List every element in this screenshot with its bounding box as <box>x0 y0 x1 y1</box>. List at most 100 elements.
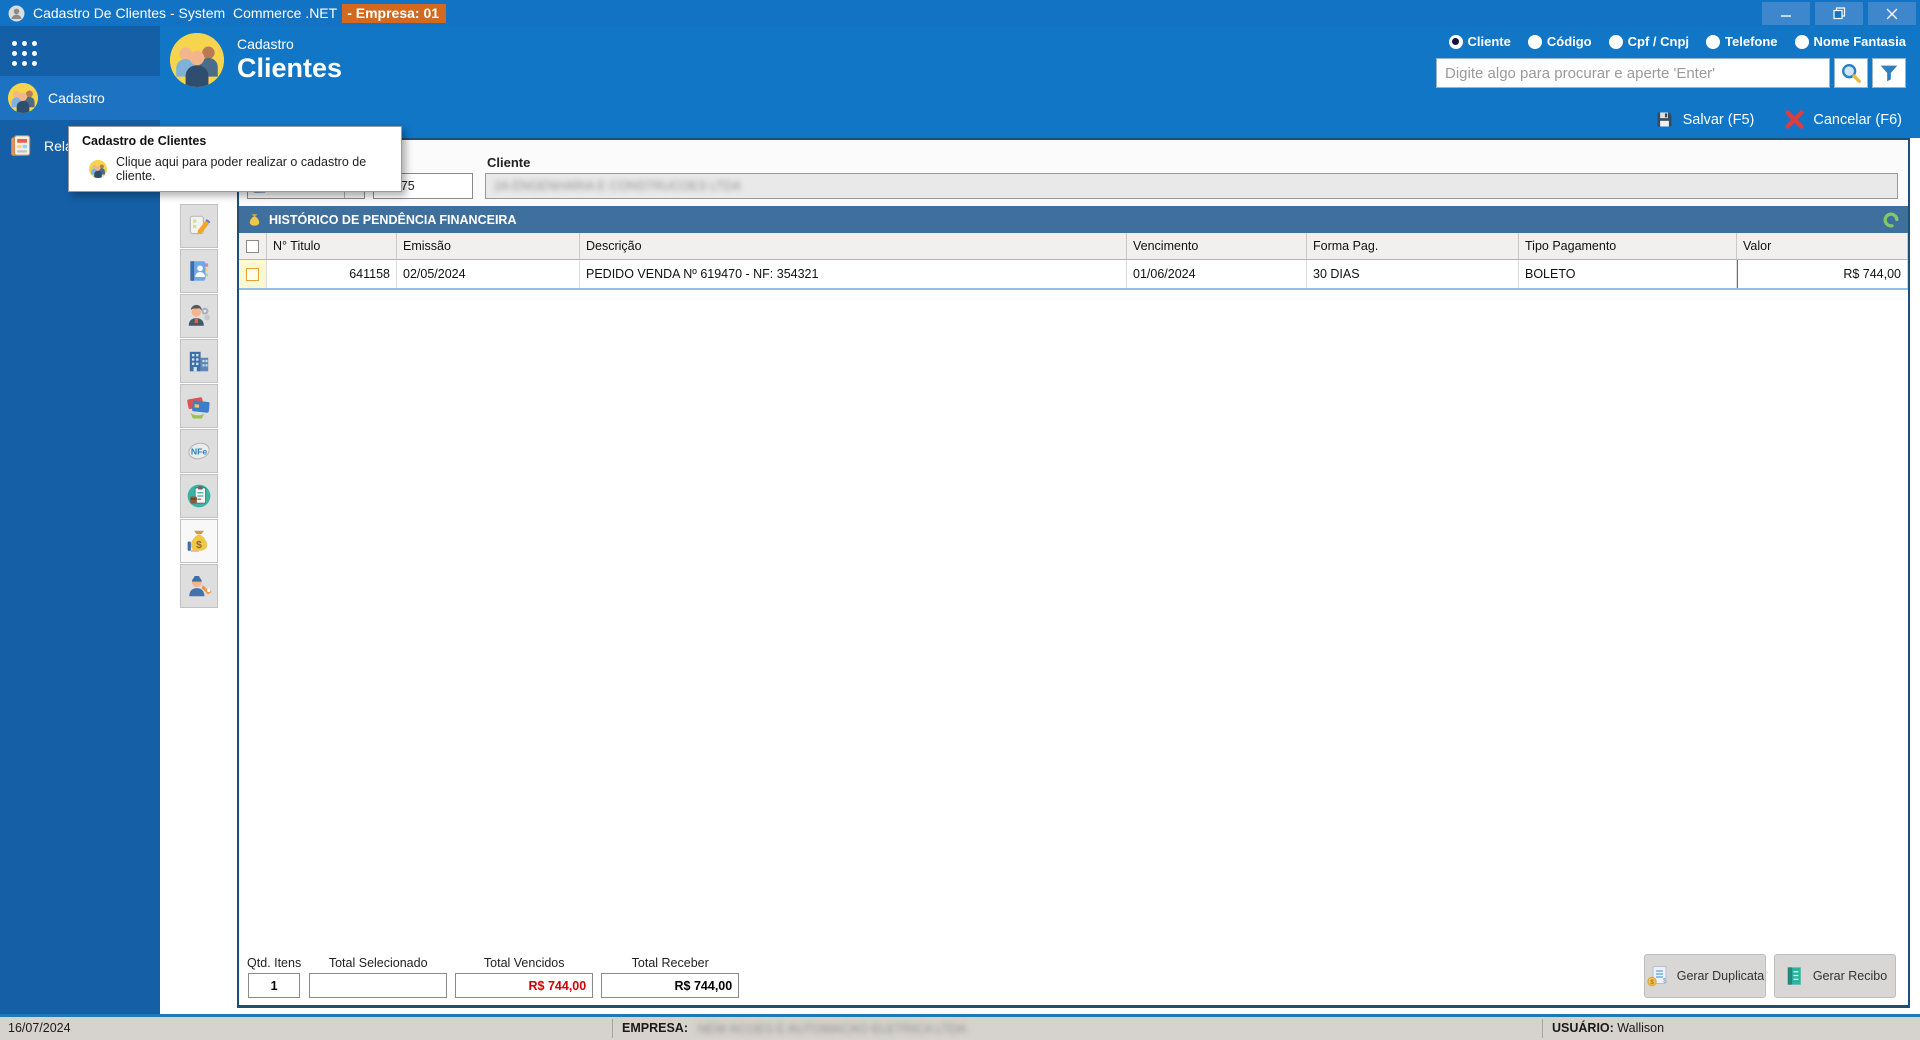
cell-valor: R$ 744,00 <box>1737 260 1908 288</box>
search-mode-group: Cliente Código Cpf / Cnpj Telefone Nome … <box>1436 34 1906 49</box>
filter-icon <box>1880 65 1898 82</box>
company-badge: - Empresa: 01 <box>342 3 447 23</box>
total-selecionado-value <box>309 973 448 998</box>
radio-nome-fantasia[interactable]: Nome Fantasia <box>1794 34 1906 49</box>
search-input[interactable] <box>1436 58 1830 88</box>
client-name-field[interactable]: 2A ENGENHARIA E CONSTRUCOES LTDA <box>485 173 1898 199</box>
refresh-icon[interactable] <box>1882 211 1900 229</box>
tooltip-text: Clique aqui para poder realizar o cadast… <box>116 155 367 183</box>
payment-cards-icon <box>186 397 210 419</box>
reports-icon <box>8 133 34 159</box>
section-title: HISTÓRICO DE PENDÊNCIA FINANCEIRA <box>269 212 517 227</box>
total-receber-value: R$ 744,00 <box>601 973 740 998</box>
cell-descricao: PEDIDO VENDA Nº 619470 - NF: 354321 <box>580 260 1127 288</box>
col-titulo[interactable]: N° Titulo <box>267 233 397 259</box>
tooltip-cadastro-clientes: Cadastro de Clientes Clique aqui para po… <box>68 126 402 192</box>
statusbar: 16/07/2024 EMPRESA: NEW ACOES E AUTOMACA… <box>0 1014 1920 1040</box>
tab-financial[interactable]: $ <box>179 519 218 563</box>
radio-cpf-cnpj[interactable]: Cpf / Cnpj <box>1608 34 1689 49</box>
save-floppy-icon <box>1657 112 1672 127</box>
col-descricao[interactable]: Descrição <box>580 233 1127 259</box>
tooltip-title: Cadastro de Clientes <box>82 134 207 148</box>
table-empty-area <box>239 290 1908 949</box>
total-vencidos-label: Total Vencidos <box>483 956 565 970</box>
tab-company[interactable] <box>179 339 218 383</box>
financial-icon: $ <box>187 530 207 552</box>
col-forma-pag[interactable]: Forma Pag. <box>1307 233 1519 259</box>
filter-button[interactable] <box>1872 58 1906 88</box>
total-selecionado-label: Total Selecionado <box>328 956 428 970</box>
col-emissao[interactable]: Emissão <box>397 233 580 259</box>
section-header: HISTÓRICO DE PENDÊNCIA FINANCEIRA <box>239 206 1908 233</box>
breadcrumb: Cadastro <box>237 36 294 52</box>
vertical-tab-strip: NFe $ <box>179 204 218 1008</box>
close-button[interactable] <box>1868 2 1916 25</box>
cell-tipo-pagamento: BOLETO <box>1519 260 1737 288</box>
page-title: Clientes <box>237 53 343 83</box>
total-receber-label: Total Receber <box>631 956 709 970</box>
page-header: Cadastro Clientes Cliente Código Cpf / C… <box>160 26 1920 138</box>
tab-user-settings[interactable] <box>179 294 218 338</box>
minimize-icon <box>1781 14 1791 17</box>
status-date: 16/07/2024 <box>8 1021 71 1035</box>
search-icon <box>1842 64 1861 83</box>
clients-avatar-icon <box>89 160 107 178</box>
minimize-button[interactable] <box>1762 2 1810 25</box>
status-usuario: USUÁRIO: Wallison <box>1552 1021 1664 1035</box>
nfe-icon: NFe <box>187 442 210 460</box>
usuario-value: Wallison <box>1617 1021 1665 1035</box>
orders-clipboard-icon <box>187 484 210 508</box>
close-icon <box>1886 8 1898 19</box>
radio-cliente[interactable]: Cliente <box>1448 34 1511 49</box>
gerar-duplicata-button[interactable]: $ $ Gerar Duplicata <box>1644 954 1766 998</box>
clients-avatar-icon <box>170 33 224 87</box>
tab-nfe[interactable]: NFe <box>179 429 218 473</box>
app-icon <box>8 5 25 22</box>
empresa-label: EMPRESA: <box>622 1021 688 1035</box>
tab-payment-cards[interactable] <box>179 384 218 428</box>
radio-codigo[interactable]: Código <box>1527 34 1592 49</box>
qtd-itens-value: 1 <box>248 973 301 998</box>
duplicata-icon: $$ <box>1647 966 1667 987</box>
client-form: P. Jurídica 14975 Cliente 2A ENGENHARIA … <box>239 140 1908 206</box>
select-all-checkbox[interactable] <box>246 239 259 253</box>
usuario-label: USUÁRIO: <box>1552 1021 1614 1035</box>
technician-icon <box>188 576 211 597</box>
gerar-recibo-button[interactable]: Gerar Recibo <box>1774 954 1896 998</box>
search-button[interactable] <box>1834 58 1868 88</box>
qtd-itens-label: Qtd. Itens <box>247 956 302 970</box>
row-checkbox[interactable] <box>246 267 259 281</box>
tab-technician[interactable] <box>179 564 218 608</box>
cancel-x-icon <box>1785 110 1805 129</box>
table-row[interactable]: 641158 02/05/2024 PEDIDO VENDA Nº 619470… <box>239 260 1908 290</box>
contacts-book-icon <box>189 261 208 281</box>
sidebar-item-label: Cadastro <box>48 90 105 106</box>
empresa-value: NEW ACOES E AUTOMACAO ELETRICA LTDA <box>697 1021 967 1036</box>
client-field-label: Cliente <box>487 155 531 170</box>
tab-contacts[interactable] <box>179 249 218 293</box>
restore-button[interactable] <box>1815 2 1863 25</box>
content-panel: P. Jurídica 14975 Cliente 2A ENGENHARIA … <box>237 138 1910 1008</box>
radio-telefone[interactable]: Telefone <box>1706 34 1778 49</box>
cancel-button[interactable]: Cancelar (F6) <box>1784 109 1902 130</box>
total-vencidos-value: R$ 744,00 <box>455 973 594 998</box>
cell-titulo: 641158 <box>267 260 397 288</box>
sidebar-item-cadastro[interactable]: Cadastro <box>0 76 160 120</box>
grid-menu-icon[interactable] <box>8 36 48 70</box>
totals-bar: Qtd. Itens 1 Total Selecionado Total Ven… <box>239 949 1908 1005</box>
col-valor[interactable]: Valor <box>1737 233 1908 259</box>
window-title: Cadastro De Clientes - System Commerce .… <box>33 5 338 21</box>
client-name-value: 2A ENGENHARIA E CONSTRUCOES LTDA <box>494 179 742 193</box>
cell-emissao: 02/05/2024 <box>397 260 580 288</box>
svg-text:NFe: NFe <box>190 446 207 456</box>
restore-icon <box>1832 7 1845 20</box>
col-tipo-pagamento[interactable]: Tipo Pagamento <box>1519 233 1737 259</box>
save-button[interactable]: Salvar (F5) <box>1654 109 1754 130</box>
company-icon <box>189 351 208 372</box>
clients-avatar-icon <box>8 83 38 113</box>
user-settings-icon <box>188 304 210 326</box>
status-empresa: EMPRESA: NEW ACOES E AUTOMACAO ELETRICA … <box>622 1021 967 1036</box>
tab-orders[interactable] <box>179 474 218 518</box>
col-vencimento[interactable]: Vencimento <box>1127 233 1307 259</box>
tab-edit-form[interactable] <box>179 204 218 248</box>
